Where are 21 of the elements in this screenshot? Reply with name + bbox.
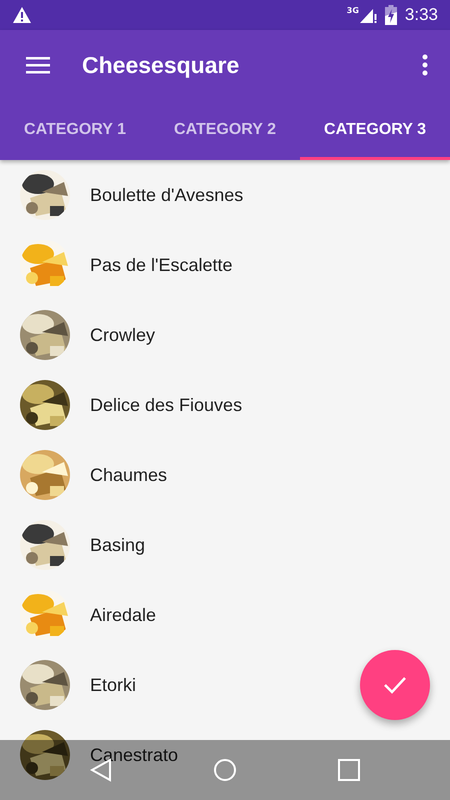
- cheese-list-item[interactable]: Etorki: [0, 650, 450, 720]
- done-button[interactable]: [360, 650, 430, 720]
- clock-time: 3:33: [404, 5, 438, 25]
- tab[interactable]: CATEGORY 3: [300, 100, 450, 160]
- cheese-list-item[interactable]: Airedale: [0, 580, 450, 650]
- cheese-list-item[interactable]: Pas de l'Escalette: [0, 230, 450, 300]
- cheese-list-item[interactable]: Chaumes: [0, 440, 450, 510]
- network-type: 3G: [346, 6, 359, 15]
- warning-icon: [12, 6, 32, 24]
- recents-icon[interactable]: [338, 759, 360, 781]
- cheese-list-item[interactable]: Basing: [0, 510, 450, 580]
- check-icon: [383, 675, 407, 695]
- tab[interactable]: CATEGORY 2: [150, 100, 300, 160]
- cheese-list-item[interactable]: Boulette d'Avesnes: [0, 160, 450, 230]
- battery-icon: [384, 5, 397, 25]
- cheese-list-item[interactable]: Delice des Fiouves: [0, 370, 450, 440]
- tab[interactable]: CATEGORY 1: [0, 100, 150, 160]
- cheese-list-item[interactable]: Canestrato: [0, 720, 450, 790]
- cheese-list-item[interactable]: Crowley: [0, 300, 450, 370]
- app-title: Cheesesquare: [82, 52, 240, 78]
- home-icon[interactable]: [212, 758, 237, 782]
